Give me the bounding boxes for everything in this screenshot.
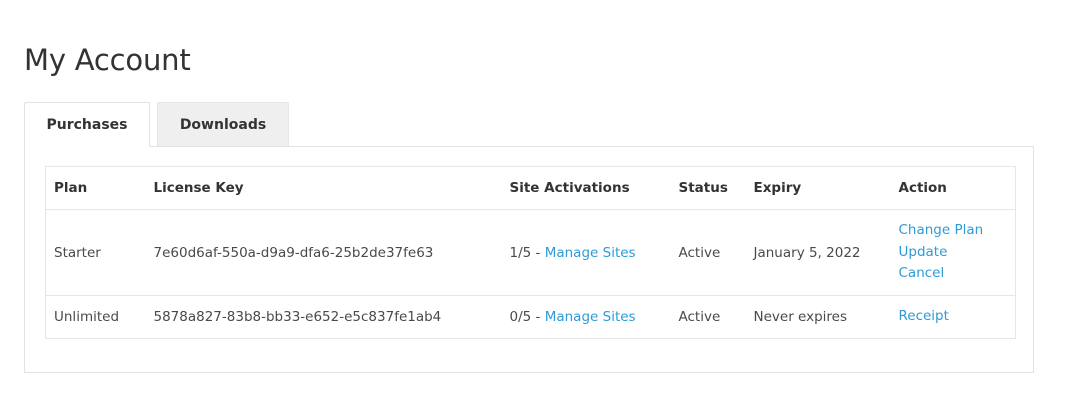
activations-count: 0/5	[509, 309, 532, 325]
column-header-site-activations: Site Activations	[501, 166, 671, 210]
purchases-table: Plan License Key Site Activations Status…	[45, 166, 1016, 339]
table-row: Starter 7e60d6af-550a-d9a9-dfa6-25b2de37…	[45, 209, 1016, 296]
change-plan-link[interactable]: Change Plan	[899, 220, 1016, 242]
activations-separator: -	[531, 244, 545, 261]
action-cell: Receipt	[891, 296, 1016, 339]
column-header-license-key: License Key	[145, 166, 502, 210]
status-cell: Active	[678, 309, 721, 325]
column-header-action: Action	[890, 166, 1016, 210]
table-row: Unlimited 5878a827-83b8-bb33-e652-e5c837…	[46, 296, 1016, 339]
site-activations-cell: 1/5 - Manage Sites	[501, 209, 671, 296]
manage-sites-link[interactable]: Manage Sites	[545, 309, 636, 325]
plan-cell: Unlimited	[54, 309, 120, 325]
site-activations-cell: 0/5 - Manage Sites	[502, 296, 671, 339]
license-key-cell: 5878a827-83b8-bb33-e652-e5c837fe1ab4	[153, 309, 442, 325]
receipt-link[interactable]: Receipt	[899, 306, 1016, 328]
column-header-plan: Plan	[45, 166, 146, 210]
expiry-cell: January 5, 2022	[745, 209, 891, 296]
activations-separator: -	[531, 309, 545, 325]
tab-purchases[interactable]: Purchases	[24, 102, 150, 147]
account-tabs: Purchases Downloads	[24, 102, 289, 147]
column-header-expiry: Expiry	[745, 166, 891, 210]
license-key-cell: 7e60d6af-550a-d9a9-dfa6-25b2de37fe63	[145, 209, 502, 296]
expiry-cell: Never expires	[753, 309, 848, 325]
activations-count: 1/5	[509, 244, 532, 261]
action-cell: Change Plan Update Cancel	[890, 209, 1016, 296]
cancel-link[interactable]: Cancel	[899, 263, 1016, 285]
column-header-status: Status	[670, 166, 746, 210]
page-title: My Account	[24, 43, 191, 77]
manage-sites-link[interactable]: Manage Sites	[545, 245, 636, 261]
purchases-panel: Plan License Key Site Activations Status…	[24, 146, 1034, 373]
status-cell: Active	[670, 209, 746, 296]
plan-cell: Starter	[45, 209, 146, 296]
update-link[interactable]: Update	[899, 242, 1016, 264]
table-header-row: Plan License Key Site Activations Status…	[45, 166, 1016, 210]
tab-downloads[interactable]: Downloads	[157, 102, 289, 146]
